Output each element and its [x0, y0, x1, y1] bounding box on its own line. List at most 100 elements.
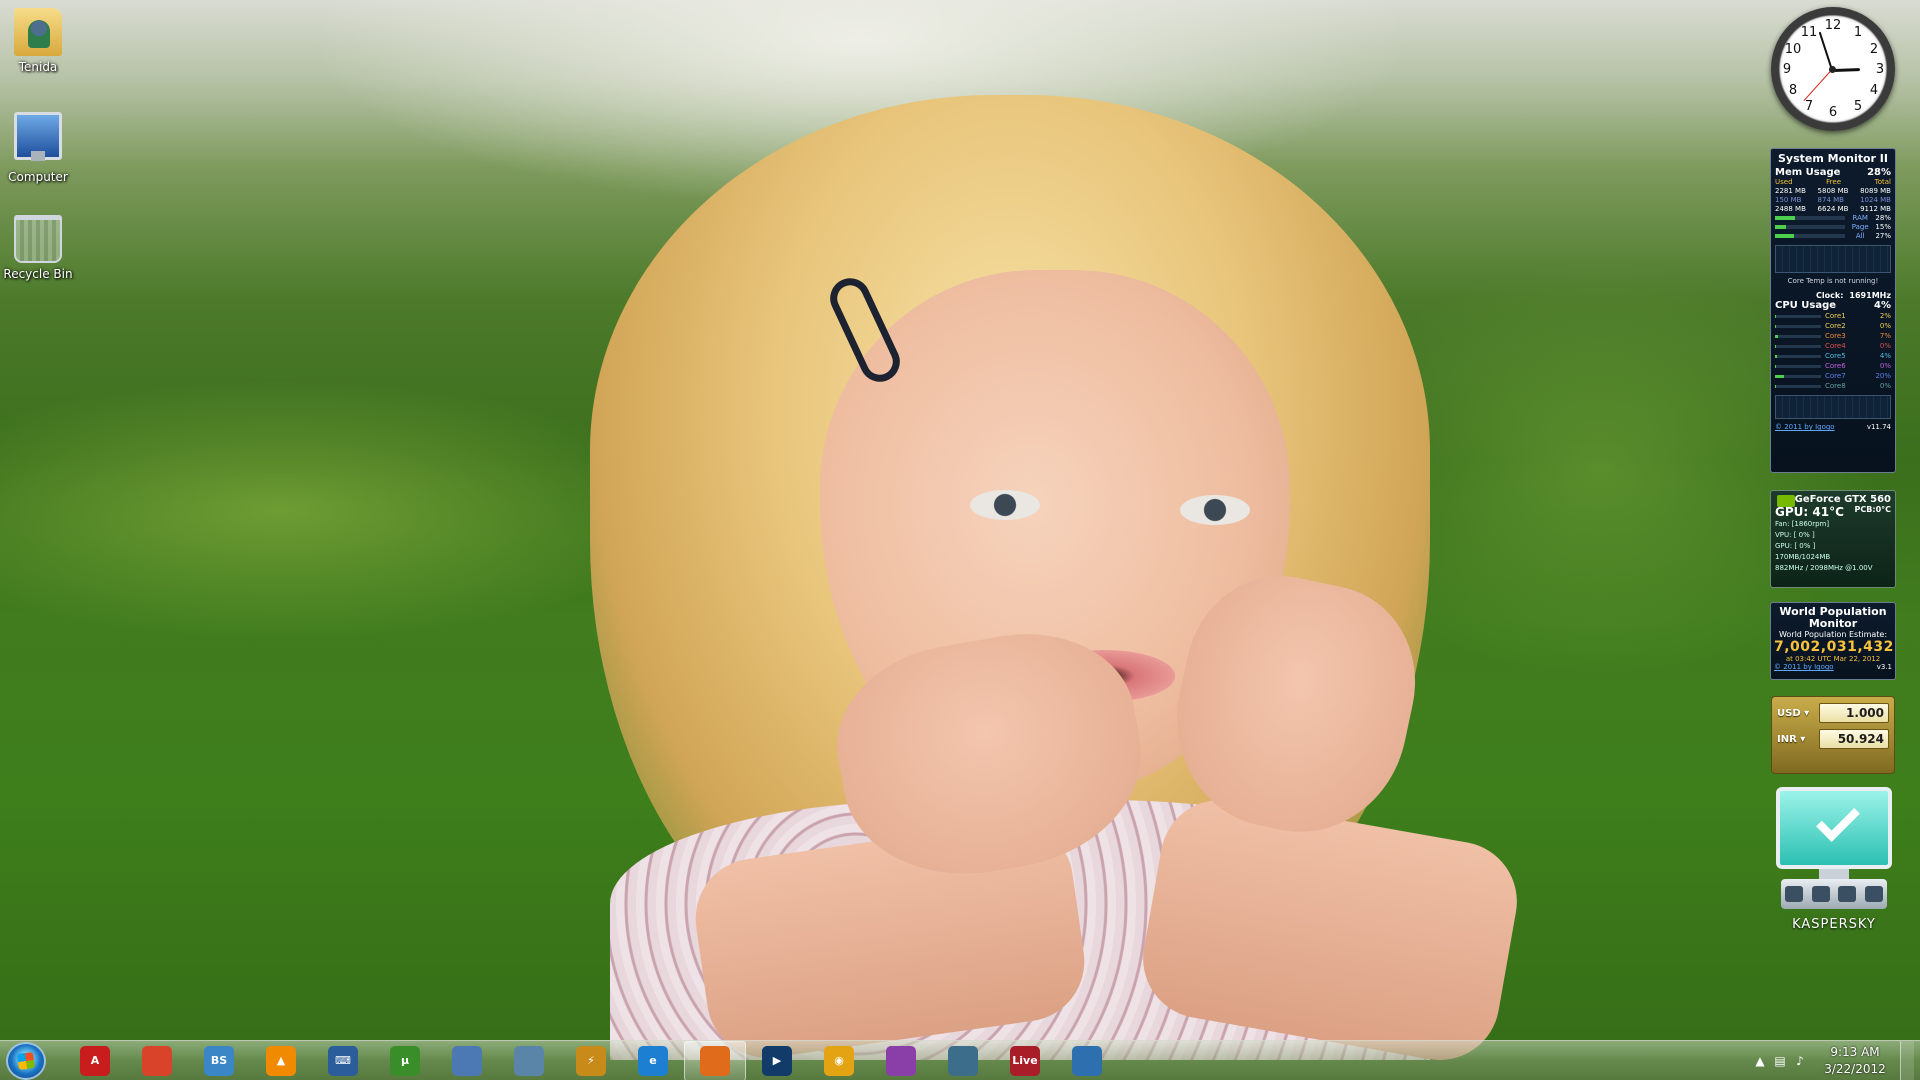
taskbar-button[interactable]	[870, 1041, 932, 1080]
system-monitor-version: v11.74	[1866, 423, 1891, 431]
mem-col-header: Total	[1874, 178, 1891, 186]
taskbar-button[interactable]	[436, 1041, 498, 1080]
world-population-gadget[interactable]: World Population Monitor World Populatio…	[1770, 602, 1896, 680]
cpu-core-name: Core5	[1825, 352, 1846, 360]
utorrent-icon: µ	[390, 1045, 420, 1076]
desktop-icon-recycle-bin[interactable]: Recycle Bin	[0, 215, 83, 281]
cpu-core-value: 2%	[1879, 312, 1891, 320]
system-monitor-credit-link[interactable]: © 2011 by Igogo	[1775, 423, 1835, 432]
taskbar-button[interactable]: µ	[374, 1041, 436, 1080]
taskbar-pinned-apps: A BS ▲ ⌨ µ ⚡ e ▶ ◉ Live	[64, 1040, 1118, 1080]
mem-cell: 8089 MB	[1860, 187, 1891, 195]
desktop-icon-label: Computer	[8, 170, 68, 184]
cpu-core-value: 4%	[1879, 352, 1891, 360]
show-hidden-icons-icon[interactable]: ▲	[1750, 1041, 1770, 1080]
cpu-core-value: 0%	[1879, 342, 1891, 350]
taskbar-button[interactable]: ▲	[250, 1041, 312, 1080]
cpu-core-bar	[1775, 374, 1821, 378]
mem-col-header: Free	[1826, 178, 1842, 186]
mem-cell: 1024 MB	[1860, 196, 1891, 204]
wallpaper-eye	[970, 490, 1040, 520]
reports-icon[interactable]	[1838, 886, 1857, 902]
taskbar-button[interactable]	[498, 1041, 560, 1080]
clock-number: 7	[1804, 99, 1814, 114]
clock-number: 2	[1869, 42, 1879, 57]
gpu-monitor-gadget[interactable]: GeForce GTX 560 GPU: 41°C PCB:0°C Fan: […	[1770, 490, 1896, 588]
cpu-graph	[1775, 395, 1891, 419]
update-icon[interactable]	[1785, 886, 1804, 902]
taskbar-button[interactable]: BS	[188, 1041, 250, 1080]
taskbar-button[interactable]: e	[622, 1041, 684, 1080]
cpu-core-bar	[1775, 384, 1821, 388]
mem-cell: 874 MB	[1817, 196, 1844, 204]
clock-number: 10	[1784, 42, 1802, 57]
app-icon	[1072, 1045, 1102, 1076]
show-desktop-button[interactable]	[1900, 1040, 1914, 1080]
start-button[interactable]	[6, 1041, 46, 1080]
kaspersky-gadget[interactable]: KASPERSKY	[1776, 787, 1892, 947]
cpu-usage-value: 4%	[1874, 300, 1891, 311]
scan-icon[interactable]	[1811, 886, 1830, 902]
cpu-core-name: Core2	[1825, 322, 1846, 330]
currency-value-inr[interactable]: 50.924	[1819, 729, 1889, 749]
memory-bar-value: 15%	[1875, 223, 1891, 231]
cpu-core-value: 0%	[1879, 322, 1891, 330]
taskbar-button[interactable]: ◉	[808, 1041, 870, 1080]
memory-bar-label: All	[1855, 232, 1865, 240]
cpu-core-bar	[1775, 354, 1821, 358]
cpu-core-name: Core8	[1825, 382, 1846, 390]
keyboard-app-icon: ⌨	[328, 1045, 358, 1076]
media-player-icon: ▶	[762, 1045, 792, 1076]
taskbar-button[interactable]: Live	[994, 1041, 1056, 1080]
taskbar-button[interactable]	[684, 1040, 746, 1080]
settings-icon[interactable]	[1864, 886, 1883, 902]
memory-bar-row: Page 15%	[1775, 223, 1891, 232]
volume-icon[interactable]: ♪	[1790, 1041, 1810, 1080]
cpu-usage-label: CPU Usage	[1775, 300, 1837, 311]
mem-usage-value: 28%	[1867, 167, 1891, 178]
memory-bar-row: RAM 28%	[1775, 214, 1891, 223]
nvidia-logo-icon	[1777, 495, 1795, 507]
currency-converter-gadget[interactable]: USD ▾ 1.000 INR ▾ 50.924	[1771, 696, 1895, 774]
system-monitor-gadget[interactable]: System Monitor II Mem Usage 28% Used Fre…	[1770, 148, 1896, 473]
currency-select-usd[interactable]: USD ▾	[1777, 708, 1819, 719]
memory-bar-label: RAM	[1852, 214, 1868, 222]
kaspersky-status-screen	[1776, 787, 1892, 869]
taskbar-button[interactable]: ▶	[746, 1041, 808, 1080]
desktop-wallpaper	[0, 0, 1920, 1080]
cpu-core-name: Core7	[1825, 372, 1846, 380]
world-population-timestamp: at 03:42 UTC Mar 22, 2012	[1785, 655, 1881, 663]
cpu-core-row: Core1 2%	[1775, 311, 1891, 321]
computer-icon	[14, 112, 62, 161]
clock-second-hand	[1803, 69, 1833, 102]
taskbar-button[interactable]: A	[64, 1041, 126, 1080]
clock-number: 11	[1800, 25, 1818, 40]
currency-value-usd[interactable]: 1.000	[1819, 703, 1889, 723]
windows-live-icon: Live	[1010, 1045, 1040, 1076]
taskbar-clock[interactable]: 9:13 AM 3/22/2012	[1816, 1044, 1894, 1078]
clock-number: 8	[1788, 83, 1798, 98]
clock-number: 9	[1782, 62, 1792, 77]
cpu-core-row: Core3 7%	[1775, 331, 1891, 341]
currency-select-inr[interactable]: INR ▾	[1777, 734, 1819, 745]
taskbar-button[interactable]	[932, 1041, 994, 1080]
clock-number: 5	[1853, 99, 1863, 114]
gpu-temperature: 41°C	[1812, 505, 1844, 519]
world-population-credit-link[interactable]: © 2011 by Igogo	[1774, 663, 1834, 671]
desktop-icon-tenida[interactable]: Tenida	[0, 8, 83, 74]
taskbar-button[interactable]	[126, 1041, 188, 1080]
clock-gadget[interactable]: 12 1 2 3 4 5 6 7 8 9 10 11	[1771, 7, 1895, 131]
cpu-core-value: 0%	[1879, 362, 1891, 370]
cpu-core-value: 7%	[1879, 332, 1891, 340]
gpu-vpu: VPU: [ 0% ]	[1775, 531, 1815, 539]
taskbar-date: 3/22/2012	[1824, 1061, 1886, 1076]
taskbar-button[interactable]: ⌨	[312, 1041, 374, 1080]
internet-explorer-icon: e	[638, 1045, 668, 1076]
taskbar-button[interactable]	[1056, 1041, 1118, 1080]
desktop-icon-label: Tenida	[18, 60, 58, 74]
network-status-icon[interactable]: ▤	[1770, 1041, 1790, 1080]
cpu-core-row: Core4 0%	[1775, 341, 1891, 351]
taskbar-button[interactable]: ⚡	[560, 1041, 622, 1080]
desktop-icon-computer[interactable]: Computer	[0, 112, 83, 184]
taskbar-time: 9:13 AM	[1830, 1044, 1880, 1059]
